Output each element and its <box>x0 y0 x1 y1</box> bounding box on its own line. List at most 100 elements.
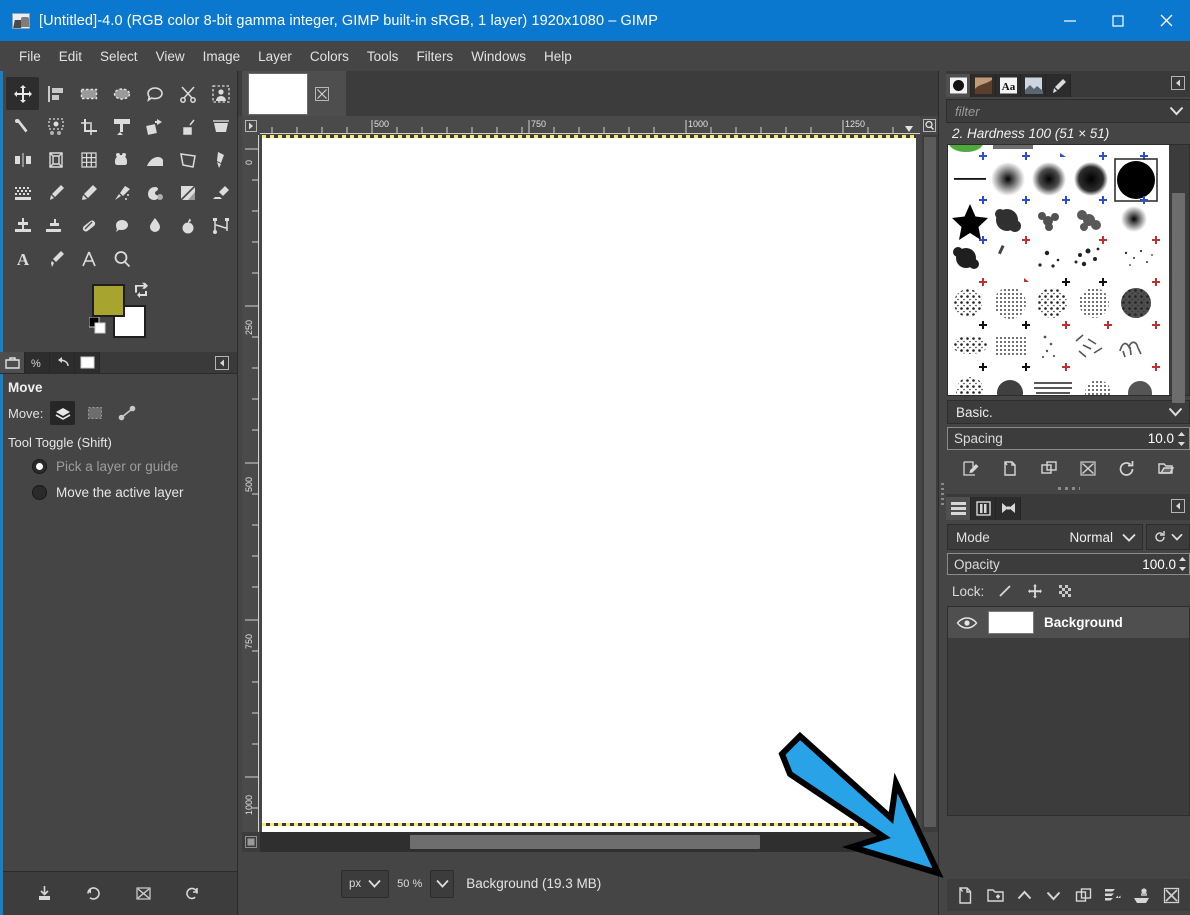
table-row[interactable]: Background <box>948 607 1189 638</box>
navigation-icon[interactable] <box>242 832 260 852</box>
move-layer-mode-button[interactable] <box>50 401 76 425</box>
new-layer-group-button[interactable] <box>982 882 1008 908</box>
canvas-horizontal-scrollbar[interactable] <box>260 832 920 852</box>
collapse-arrow-icon[interactable] <box>1171 499 1185 516</box>
dock-separator[interactable] <box>946 482 1190 494</box>
perspective-clone-tool[interactable] <box>39 209 72 242</box>
menu-windows[interactable]: Windows <box>462 45 535 68</box>
unit-selector[interactable]: px <box>341 869 390 898</box>
blend-space-button[interactable] <box>1146 524 1190 550</box>
close-button[interactable] <box>1142 0 1190 41</box>
ellipse-select-tool[interactable] <box>105 77 138 110</box>
raise-layer-button[interactable] <box>1011 882 1037 908</box>
cage-transform-tool[interactable] <box>39 143 72 176</box>
maximize-button[interactable] <box>1094 0 1142 41</box>
foreground-select-tool[interactable] <box>204 77 237 110</box>
smudge-tool[interactable] <box>105 209 138 242</box>
unified-transform-tool[interactable] <box>105 110 138 143</box>
select-by-color-tool[interactable] <box>39 110 72 143</box>
flip-tool[interactable] <box>6 143 39 176</box>
menu-select[interactable]: Select <box>91 45 147 68</box>
lower-layer-button[interactable] <box>1041 882 1067 908</box>
mypaint-brush-tool[interactable] <box>138 176 171 209</box>
paths-tab[interactable] <box>996 496 1021 520</box>
menu-filters[interactable]: Filters <box>407 45 462 68</box>
alignment-tool[interactable] <box>39 77 72 110</box>
edit-brush-button[interactable] <box>957 456 985 480</box>
lock-pixels-button[interactable] <box>996 582 1014 600</box>
menu-layer[interactable]: Layer <box>249 45 301 68</box>
swap-colors-icon[interactable] <box>132 282 151 302</box>
blur-sharpen-tool[interactable] <box>138 209 171 242</box>
menu-colors[interactable]: Colors <box>301 45 358 68</box>
gradient-tool[interactable] <box>138 143 171 176</box>
brush-grid-scrollbar[interactable] <box>1169 145 1189 403</box>
text-tool[interactable]: A <box>6 242 39 275</box>
radio-pick-layer-or-guide[interactable]: Pick a layer or guide <box>32 459 227 474</box>
scrollbar-thumb[interactable] <box>1172 193 1186 403</box>
layer-opacity-slider[interactable]: Opacity 100.0 <box>947 553 1190 575</box>
warp-transform-tool[interactable] <box>72 143 105 176</box>
handle-transform-tool[interactable] <box>171 143 204 176</box>
open-brush-as-image-button[interactable] <box>1152 456 1180 480</box>
heal-tool[interactable] <box>72 209 105 242</box>
paths-tool[interactable] <box>204 209 237 242</box>
menu-view[interactable]: View <box>147 45 194 68</box>
eye-visible-icon[interactable] <box>956 613 978 633</box>
vertical-ruler[interactable]: 0 250 500 750 1000 <box>242 135 260 832</box>
tool-options-tab[interactable] <box>0 352 25 373</box>
canvas-vertical-scrollbar[interactable] <box>922 135 938 832</box>
clone-tool[interactable] <box>6 209 39 242</box>
dodge-burn-tool[interactable] <box>171 209 204 242</box>
layer-list[interactable]: Background <box>947 606 1190 816</box>
color-picker-tool[interactable] <box>39 242 72 275</box>
radio-indicator[interactable] <box>32 459 47 474</box>
lock-position-button[interactable] <box>1026 582 1044 600</box>
zoom-image-icon[interactable] <box>920 116 938 135</box>
paint-dynamics-tab[interactable] <box>1046 73 1071 97</box>
scrollbar-thumb[interactable] <box>410 835 760 849</box>
duplicate-brush-button[interactable] <box>1035 456 1063 480</box>
foreground-color-swatch[interactable] <box>92 284 125 317</box>
move-selection-mode-button[interactable] <box>82 401 107 425</box>
ruler-menu-icon[interactable] <box>242 116 260 135</box>
zoom-tool[interactable] <box>105 242 138 275</box>
perspective-tool[interactable] <box>204 110 237 143</box>
brush-tag-combo[interactable]: Basic. <box>947 400 1190 424</box>
patterns-tab[interactable] <box>971 73 996 97</box>
restore-tool-options-button[interactable] <box>79 880 109 908</box>
canvas[interactable] <box>260 135 920 832</box>
menu-edit[interactable]: Edit <box>50 45 91 68</box>
eraser-alt-tool[interactable] <box>204 176 237 209</box>
minimize-button[interactable] <box>1046 0 1094 41</box>
image-tab[interactable] <box>242 71 346 116</box>
menu-tools[interactable]: Tools <box>358 45 408 68</box>
collapse-arrow-icon[interactable] <box>1171 76 1185 93</box>
menu-file[interactable]: File <box>10 45 50 68</box>
shear-tool[interactable] <box>171 110 204 143</box>
move-tool[interactable] <box>6 77 39 110</box>
reset-tool-options-button[interactable] <box>177 880 207 908</box>
refresh-brushes-button[interactable] <box>1113 456 1141 480</box>
dock-resize-handle[interactable] <box>939 71 946 915</box>
airbrush-tool[interactable] <box>105 176 138 209</box>
anchor-layer-button[interactable] <box>1129 882 1155 908</box>
horizontal-ruler[interactable]: 500 750 1000 1250 <box>260 116 920 135</box>
rotate-tool[interactable] <box>138 110 171 143</box>
eraser-tool[interactable] <box>171 176 204 209</box>
lock-alpha-button[interactable] <box>1056 582 1074 600</box>
default-colors-icon[interactable] <box>88 316 109 340</box>
zoom-dropdown-button[interactable] <box>430 869 455 898</box>
fuzzy-select-tool[interactable] <box>6 110 39 143</box>
fonts-tab[interactable]: Aa <box>996 73 1021 97</box>
brush-grid[interactable] <box>948 145 1170 395</box>
zoom-entry[interactable]: 50 % <box>394 872 426 895</box>
ink-tool[interactable] <box>204 143 237 176</box>
crop-tool[interactable] <box>72 110 105 143</box>
merge-down-button[interactable] <box>1100 882 1126 908</box>
delete-brush-button[interactable] <box>1074 456 1102 480</box>
move-path-mode-button[interactable] <box>114 401 139 425</box>
bucket-fill-tool[interactable] <box>105 143 138 176</box>
layers-tab[interactable] <box>946 496 971 520</box>
image-canvas-page[interactable] <box>262 135 916 832</box>
